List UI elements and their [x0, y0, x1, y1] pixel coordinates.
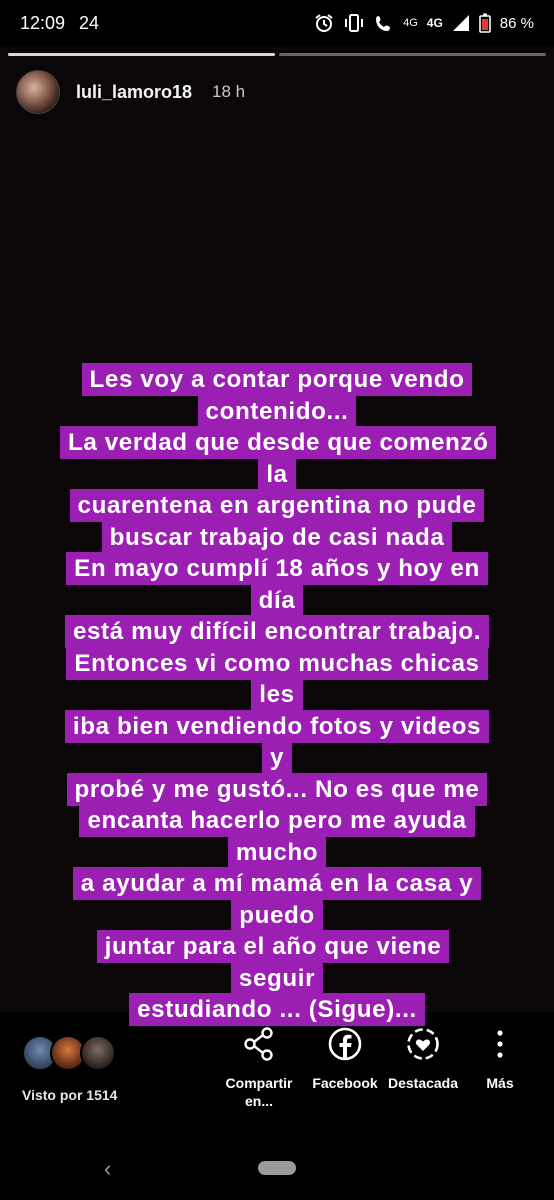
- back-chevron-icon[interactable]: ‹: [104, 1156, 111, 1182]
- caption-line: Entonces vi como muchas chicas les: [66, 646, 488, 711]
- story-progress: [8, 53, 546, 56]
- share-label: Compartir en...: [214, 1074, 304, 1110]
- share-label-line1: Compartir: [225, 1075, 293, 1091]
- notification-count: 24: [79, 12, 100, 33]
- caption-line: está muy difícil encontrar trabajo.: [64, 615, 490, 648]
- caption-line: probé y me gustó... No es que me: [66, 772, 488, 806]
- facebook-label: Facebook: [312, 1075, 378, 1091]
- caption-line: En mayo cumplí 18 años y hoy en día: [66, 552, 488, 617]
- caption-line: Les voy a contar porque vendo: [81, 363, 473, 396]
- status-left: 12:09 24: [20, 13, 99, 34]
- progress-segment: [8, 53, 275, 56]
- time-ago: 18 h: [212, 82, 246, 101]
- status-bar: 12:09 24 4G 4G 86 %: [0, 0, 554, 46]
- share-button[interactable]: Compartir en...: [214, 1024, 304, 1110]
- caption-line: estudiando ... (Sigue)...: [129, 993, 425, 1026]
- story-caption: Les voy a contar porque vendo contenido..…: [60, 363, 497, 1026]
- network-4g-label-2: 4G: [426, 16, 443, 30]
- more-label: Más: [486, 1075, 514, 1091]
- signal-icon: [452, 14, 470, 32]
- caption-line: encanta hacerlo pero me ayuda mucho: [79, 804, 475, 869]
- caption-line: juntar para el año que viene seguir: [96, 930, 450, 995]
- progress-segment: [279, 53, 546, 56]
- more-button[interactable]: Más: [455, 1024, 545, 1092]
- alarm-icon: [314, 13, 334, 33]
- caption-line: contenido...: [197, 394, 357, 428]
- more-vertical-icon: [455, 1024, 545, 1064]
- network-4g-label: 4G: [403, 17, 418, 29]
- caption-line: buscar trabajo de casi nada: [101, 520, 453, 554]
- battery-icon: [478, 13, 491, 33]
- viewer-avatar: [80, 1035, 116, 1071]
- share-icon: [214, 1024, 304, 1064]
- caption-line: La verdad que desde que comenzó la: [60, 426, 497, 491]
- facebook-button[interactable]: Facebook: [300, 1024, 390, 1092]
- status-right: 4G 4G 86 %: [314, 13, 534, 33]
- share-label-line2: en...: [244, 1093, 273, 1109]
- caption-line: cuarentena en argentina no pude: [69, 489, 485, 522]
- vibrate-icon: [343, 13, 365, 33]
- wifi-calling-icon: [374, 13, 394, 33]
- story-header: luli_lamoro18 18 h: [16, 70, 245, 114]
- battery-percent: 86 %: [499, 14, 534, 32]
- caption-line: a ayudar a mí mamá en la casa y puedo: [72, 867, 482, 932]
- facebook-icon: [300, 1024, 390, 1064]
- avatar[interactable]: [16, 70, 60, 114]
- home-pill[interactable]: [258, 1161, 296, 1175]
- clock: 12:09: [20, 12, 66, 33]
- viewer-avatars[interactable]: [22, 1032, 122, 1072]
- seen-count[interactable]: Visto por 1514: [22, 1087, 117, 1103]
- caption-line: iba bien vendiendo fotos y videos y: [64, 709, 490, 774]
- username[interactable]: luli_lamoro18: [76, 82, 192, 103]
